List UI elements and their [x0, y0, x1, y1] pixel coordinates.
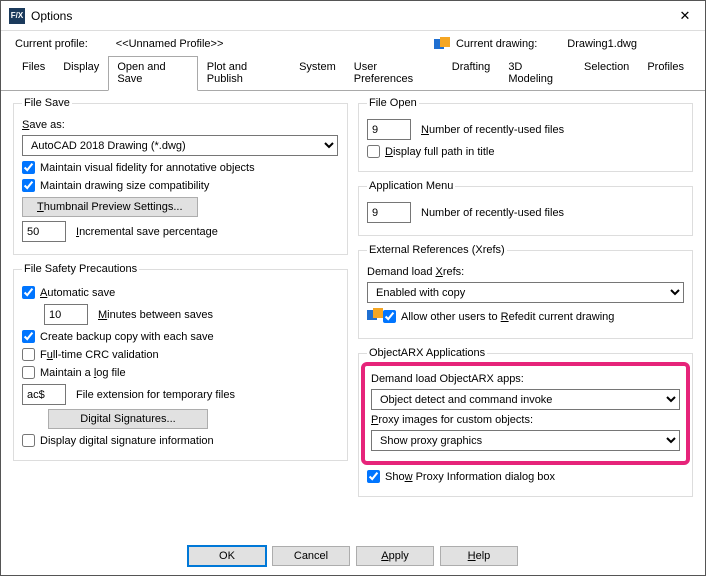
chk-create-backup[interactable]: Create backup copy with each save	[22, 330, 339, 343]
chk-full-crc-label: Full-time CRC validation	[40, 349, 159, 361]
chk-maintain-log-box[interactable]	[22, 366, 35, 379]
legend-file-safety: File Safety Precautions	[22, 263, 139, 275]
save-as-label: Save as:	[22, 119, 65, 131]
tab-files[interactable]: Files	[13, 56, 54, 91]
tab-system[interactable]: System	[290, 56, 345, 91]
chk-display-dsig[interactable]: Display digital signature information	[22, 434, 339, 447]
tab-profiles[interactable]: Profiles	[638, 56, 693, 91]
group-file-open: File Open Number of recently-used files …	[358, 97, 693, 172]
legend-external-references: External References (Xrefs)	[367, 244, 507, 256]
legend-file-open: File Open	[367, 97, 419, 109]
save-as-select[interactable]: AutoCAD 2018 Drawing (*.dwg)	[22, 135, 338, 156]
group-objectarx: ObjectARX Applications Demand load Objec…	[358, 347, 693, 497]
current-profile-value: <<Unnamed Profile>>	[116, 38, 224, 50]
chk-maintain-drawing-box[interactable]	[22, 179, 35, 192]
chk-create-backup-box[interactable]	[22, 330, 35, 343]
chk-maintain-drawing-label: Maintain drawing size compatibility	[40, 180, 209, 192]
title-bar: F/X Options ✕	[1, 1, 705, 31]
temp-ext-input[interactable]	[22, 384, 66, 405]
legend-application-menu: Application Menu	[367, 180, 455, 192]
chk-automatic-save-label: Automatic save	[40, 287, 115, 299]
appmenu-recent-label: Number of recently-used files	[421, 207, 564, 219]
incremental-save-label: Incremental save percentage	[76, 226, 218, 238]
tabs: Files Display Open and Save Plot and Pub…	[1, 55, 705, 91]
chk-display-full-path-box[interactable]	[367, 145, 380, 158]
chk-show-proxy-dialog[interactable]: Show Proxy Information dialog box	[367, 470, 684, 483]
close-button[interactable]: ✕	[665, 1, 705, 31]
chk-full-crc[interactable]: Full-time CRC validation	[22, 348, 339, 361]
profile-row: Current profile: <<Unnamed Profile>> Cur…	[1, 31, 705, 55]
demand-load-arx-select[interactable]: Object detect and command invoke	[371, 389, 680, 410]
content-area: File Save Save as: AutoCAD 2018 Drawing …	[1, 91, 705, 505]
temp-ext-label: File extension for temporary files	[76, 389, 235, 401]
group-file-safety: File Safety Precautions Automatic save M…	[13, 263, 348, 461]
ok-button[interactable]: OK	[188, 546, 266, 566]
minutes-input[interactable]	[44, 304, 88, 325]
right-column: File Open Number of recently-used files …	[358, 97, 693, 505]
chk-allow-refedit[interactable]: Allow other users to Refedit current dra…	[367, 308, 684, 325]
demand-load-arx-label: Demand load ObjectARX apps:	[371, 373, 524, 385]
chk-automatic-save-box[interactable]	[22, 286, 35, 299]
legend-file-save: File Save	[22, 97, 72, 109]
thumbnail-preview-button[interactable]: Thumbnail Preview Settings...	[22, 197, 198, 217]
group-external-references: External References (Xrefs) Demand load …	[358, 244, 693, 339]
legend-objectarx: ObjectARX Applications	[367, 347, 487, 359]
current-drawing-value: Drawing1.dwg	[567, 38, 637, 50]
dialog-footer: OK Cancel Apply Help	[0, 546, 706, 566]
chk-show-proxy-dialog-box[interactable]	[367, 470, 380, 483]
apply-button[interactable]: Apply	[356, 546, 434, 566]
chk-create-backup-label: Create backup copy with each save	[40, 331, 214, 343]
chk-show-proxy-dialog-label: Show Proxy Information dialog box	[385, 471, 555, 483]
demand-load-xrefs-select[interactable]: Enabled with copy	[367, 282, 684, 303]
tab-plot-and-publish[interactable]: Plot and Publish	[198, 56, 290, 91]
tab-display[interactable]: Display	[54, 56, 108, 91]
chk-maintain-visual-box[interactable]	[22, 161, 35, 174]
chk-maintain-log-label: Maintain a log file	[40, 367, 126, 379]
incremental-save-input[interactable]	[22, 221, 66, 242]
chk-display-full-path[interactable]: Display full path in title	[367, 145, 684, 158]
appmenu-recent-input[interactable]	[367, 202, 411, 223]
drawing-icon	[434, 37, 450, 51]
chk-maintain-visual[interactable]: Maintain visual fidelity for annotative …	[22, 161, 339, 174]
recent-files-label: Number of recently-used files	[421, 124, 564, 136]
chk-maintain-log[interactable]: Maintain a log file	[22, 366, 339, 379]
recent-files-input[interactable]	[367, 119, 411, 140]
chk-display-full-path-label: Display full path in title	[385, 146, 494, 158]
chk-maintain-visual-label: Maintain visual fidelity for annotative …	[40, 162, 255, 174]
chk-allow-refedit-box[interactable]	[383, 310, 396, 323]
help-button[interactable]: Help	[440, 546, 518, 566]
drawing-icon	[367, 308, 383, 325]
chk-display-dsig-label: Display digital signature information	[40, 435, 214, 447]
window-title: Options	[31, 9, 665, 23]
tab-user-preferences[interactable]: User Preferences	[345, 56, 443, 91]
chk-full-crc-box[interactable]	[22, 348, 35, 361]
group-file-save: File Save Save as: AutoCAD 2018 Drawing …	[13, 97, 348, 255]
minutes-label: Minutes between saves	[98, 309, 213, 321]
group-application-menu: Application Menu Number of recently-used…	[358, 180, 693, 236]
tab-open-and-save[interactable]: Open and Save	[108, 56, 197, 91]
tab-drafting[interactable]: Drafting	[443, 56, 500, 91]
chk-maintain-drawing[interactable]: Maintain drawing size compatibility	[22, 179, 339, 192]
cancel-button[interactable]: Cancel	[272, 546, 350, 566]
tab-3d-modeling[interactable]: 3D Modeling	[499, 56, 575, 91]
digital-signatures-button[interactable]: Digital Signatures...	[48, 409, 208, 429]
chk-automatic-save[interactable]: Automatic save	[22, 286, 339, 299]
proxy-images-select[interactable]: Show proxy graphics	[371, 430, 680, 451]
app-icon: F/X	[9, 8, 25, 24]
tab-selection[interactable]: Selection	[575, 56, 638, 91]
current-profile-label: Current profile:	[15, 38, 88, 50]
proxy-images-label: Proxy images for custom objects:	[371, 414, 533, 426]
chk-allow-refedit-label: Allow other users to Refedit current dra…	[401, 311, 614, 323]
current-drawing-label: Current drawing:	[456, 38, 537, 50]
chk-display-dsig-box[interactable]	[22, 434, 35, 447]
demand-load-xrefs-label: Demand load Xrefs:	[367, 266, 464, 278]
left-column: File Save Save as: AutoCAD 2018 Drawing …	[13, 97, 348, 505]
highlight-box: Demand load ObjectARX apps: Object detec…	[361, 362, 690, 465]
